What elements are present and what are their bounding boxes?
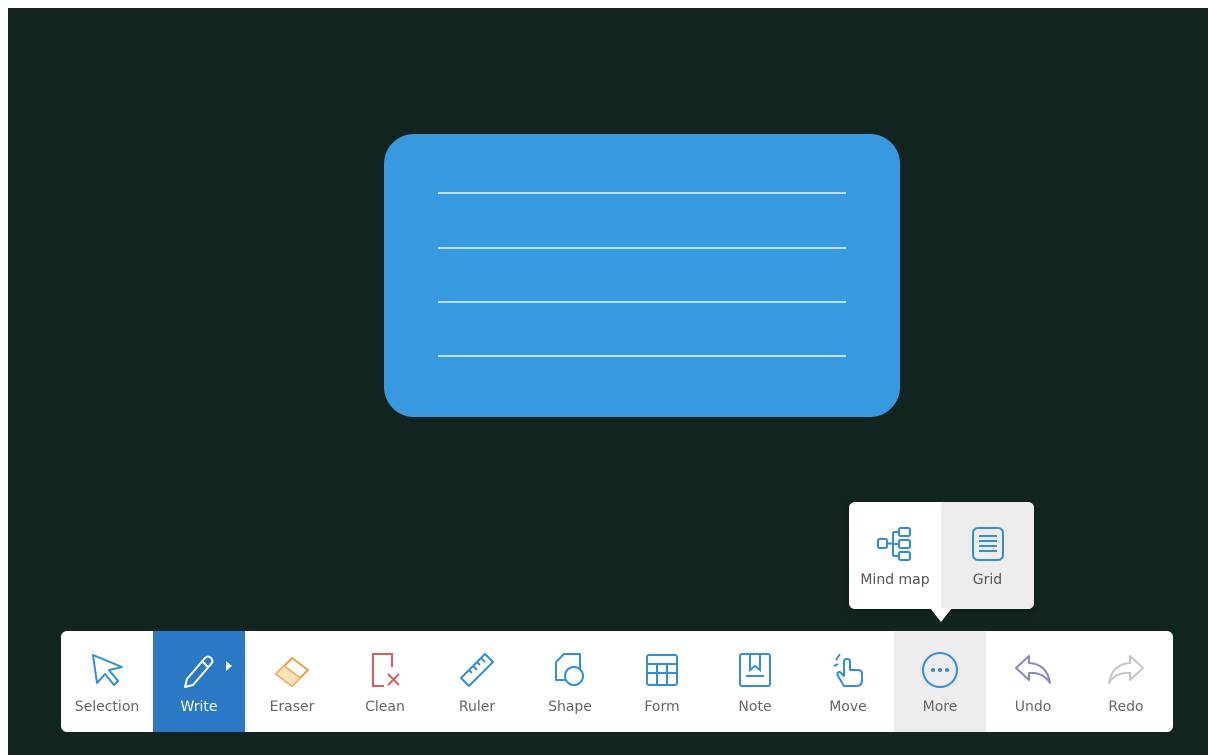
table-icon	[646, 654, 678, 686]
tool-label: Form	[644, 699, 680, 715]
tool-label: Move	[829, 699, 867, 715]
tool-label: Selection	[74, 699, 140, 715]
tool-label: Redo	[1108, 699, 1144, 715]
tool-label: Undo	[1014, 699, 1052, 715]
tool-selection[interactable]: Selection	[61, 631, 153, 732]
note-icon	[739, 653, 771, 687]
shape-icon	[555, 653, 584, 686]
grid-icon	[971, 527, 1004, 561]
popup-pointer	[930, 608, 952, 622]
more-popup-menu: Mind map Grid	[849, 502, 1034, 609]
tool-eraser[interactable]: Eraser	[246, 631, 338, 732]
tool-ruler[interactable]: Ruler	[431, 631, 523, 732]
tool-label: Eraser	[269, 699, 315, 715]
tool-redo[interactable]: Redo	[1080, 631, 1172, 732]
hand-move-icon	[833, 653, 863, 687]
tool-clean[interactable]: Clean	[339, 631, 431, 732]
bottom-toolbar: Selection Write Eraser Clean Ruler Shape…	[61, 631, 1173, 732]
note-line	[438, 192, 846, 194]
tool-label: Ruler	[458, 699, 496, 715]
tool-write[interactable]: Write	[153, 631, 245, 732]
note-line	[438, 355, 846, 357]
tool-move[interactable]: Move	[802, 631, 894, 732]
note-line	[438, 301, 846, 303]
cursor-arrow-icon	[92, 654, 123, 686]
mind-map-icon	[877, 527, 911, 561]
tool-form[interactable]: Form	[616, 631, 708, 732]
tool-more[interactable]: More	[894, 631, 986, 732]
popup-item-grid[interactable]: Grid	[941, 502, 1034, 609]
popup-item-label: Mind map	[860, 572, 930, 588]
tool-label: Clean	[365, 699, 405, 715]
tool-note[interactable]: Note	[709, 631, 801, 732]
tool-shape[interactable]: Shape	[524, 631, 616, 732]
sticky-note-card[interactable]	[384, 134, 900, 417]
redo-icon	[1108, 655, 1144, 684]
popup-item-label: Grid	[972, 572, 1003, 588]
tool-label: Write	[180, 699, 218, 715]
more-dots-icon	[922, 652, 958, 688]
tool-label: Note	[738, 699, 772, 715]
pen-icon	[184, 655, 214, 688]
tool-label: More	[922, 699, 958, 715]
ruler-icon	[460, 653, 494, 687]
tool-label: Shape	[548, 699, 592, 715]
clean-page-icon	[372, 653, 400, 687]
note-line	[438, 247, 846, 249]
eraser-icon	[275, 657, 309, 687]
tool-undo[interactable]: Undo	[987, 631, 1079, 732]
undo-icon	[1015, 655, 1051, 684]
popup-item-mind-map[interactable]: Mind map	[849, 502, 941, 609]
expand-caret-icon[interactable]	[226, 661, 232, 671]
